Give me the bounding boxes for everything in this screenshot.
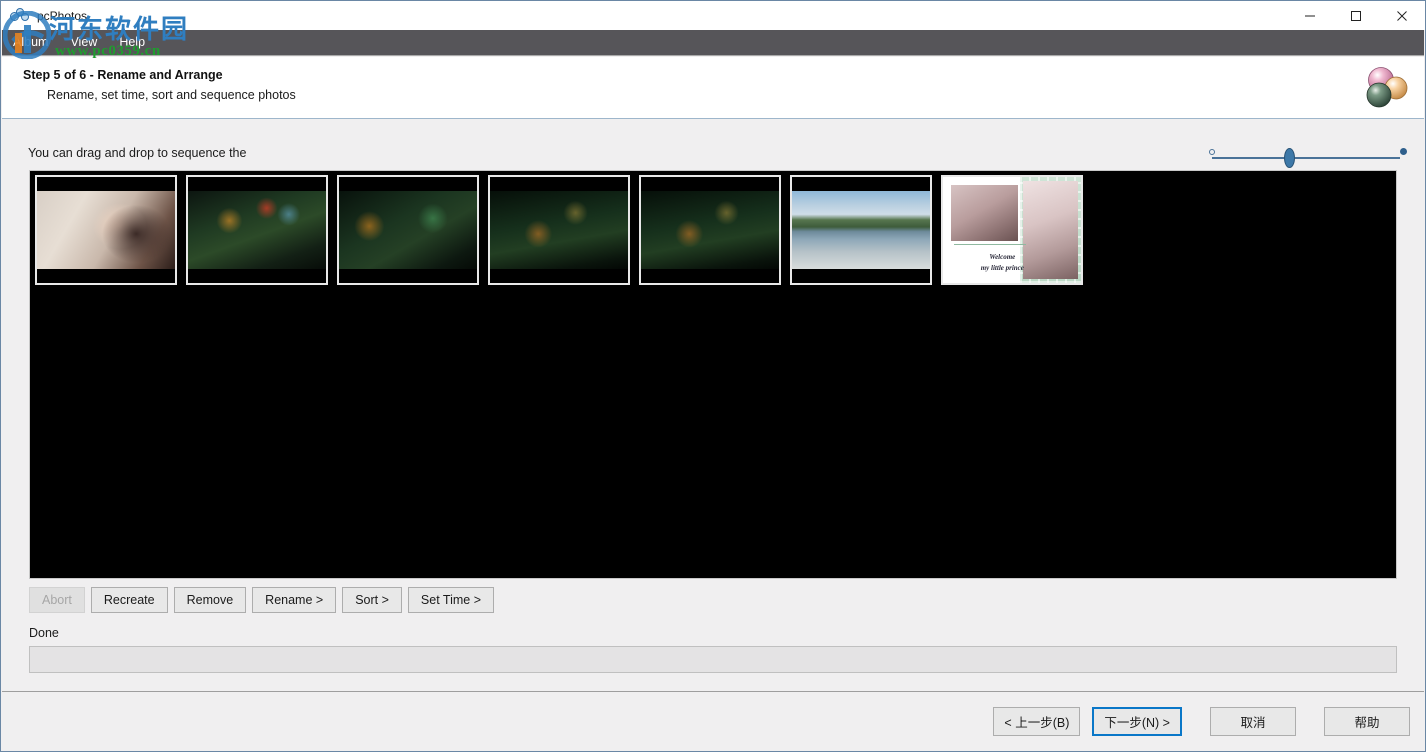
three-spheres-logo (1361, 65, 1409, 111)
cancel-button[interactable]: 取消 (1210, 707, 1296, 736)
set-time-button[interactable]: Set Time > (407, 587, 495, 613)
small-thumbnail-icon (1209, 149, 1215, 155)
menu-item-view[interactable]: View (59, 30, 108, 55)
back-button[interactable]: < 上一步(B) (993, 707, 1081, 736)
sort-button[interactable]: Sort > (342, 587, 402, 613)
menu-item-help[interactable]: Help (108, 30, 156, 55)
large-thumbnail-icon (1400, 148, 1407, 155)
step-title: Step 5 of 6 - Rename and Arrange (23, 68, 223, 82)
thumbnail-canvas[interactable]: Welcome my little prince (29, 170, 1397, 579)
thumbnail-image (641, 191, 779, 269)
thumbnail-image (490, 191, 628, 269)
thumbnail-image (792, 191, 930, 269)
thumbnail-7[interactable]: Welcome my little prince (941, 175, 1083, 285)
recreate-button[interactable]: Recreate (90, 587, 168, 613)
thumbnail-caption: Welcome my little prince (954, 252, 1051, 273)
app-icon (10, 7, 30, 25)
thumbnail-6[interactable] (790, 175, 932, 285)
help-button[interactable]: 帮助 (1324, 707, 1410, 736)
thumbnail-image (188, 191, 326, 269)
caption-line-2: my little prince (980, 263, 1024, 272)
maximize-button[interactable] (1333, 1, 1379, 30)
title-bar: pcPhotos (1, 1, 1425, 30)
action-button-row: Abort Recreate Remove Rename > Sort > Se… (29, 587, 500, 613)
thumbnail-image: Welcome my little prince (943, 177, 1081, 283)
window-controls (1287, 1, 1425, 30)
main-content: You can drag and drop to sequence the We… (2, 119, 1424, 690)
thumbnail-image (339, 191, 477, 269)
thumbnail-image (37, 191, 175, 269)
app-window: pcPhotos Album View Help Step 5 of 6 - R… (0, 0, 1426, 752)
status-text: Done (29, 626, 59, 640)
next-button[interactable]: 下一步(N) > (1092, 707, 1182, 736)
wizard-header: Step 5 of 6 - Rename and Arrange Rename,… (2, 57, 1424, 119)
thumbnail-3[interactable] (337, 175, 479, 285)
close-button[interactable] (1379, 1, 1425, 30)
progress-bar (29, 646, 1397, 673)
window-title: pcPhotos (37, 8, 88, 23)
abort-button[interactable]: Abort (29, 587, 85, 613)
thumbnail-2[interactable] (186, 175, 328, 285)
thumbnail-list: Welcome my little prince (35, 175, 1092, 285)
footer-button-row: < 上一步(B) 下一步(N) > 取消 帮助 (981, 707, 1410, 736)
slider-track[interactable] (1212, 157, 1400, 159)
thumbnail-5[interactable] (639, 175, 781, 285)
wizard-footer: < 上一步(B) 下一步(N) > 取消 帮助 (2, 691, 1424, 751)
step-subtitle: Rename, set time, sort and sequence phot… (47, 88, 296, 102)
drag-drop-hint: You can drag and drop to sequence the (28, 146, 247, 160)
thumbnail-1[interactable] (35, 175, 177, 285)
rename-button[interactable]: Rename > (252, 587, 337, 613)
thumbnail-size-slider[interactable] (1207, 143, 1407, 169)
remove-button[interactable]: Remove (173, 587, 247, 613)
thumbnail-4[interactable] (488, 175, 630, 285)
minimize-button[interactable] (1287, 1, 1333, 30)
menu-bar: Album View Help (2, 30, 1424, 56)
menu-item-album[interactable]: Album (2, 30, 59, 55)
caption-line-1: Welcome (989, 253, 1016, 262)
slider-thumb[interactable] (1284, 148, 1295, 168)
